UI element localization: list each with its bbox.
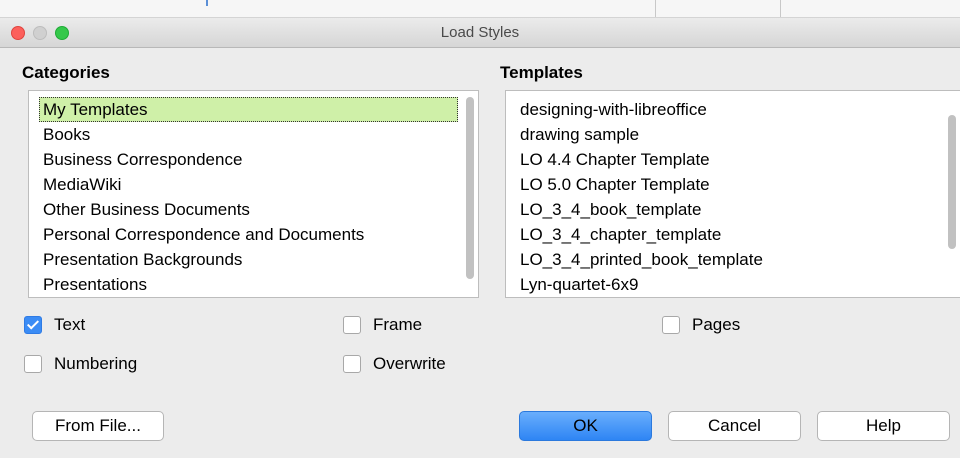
numbering-checkbox[interactable]: Numbering	[24, 354, 137, 374]
pages-checkbox-box[interactable]	[662, 316, 680, 334]
pages-checkbox[interactable]: Pages	[662, 315, 740, 335]
from-file-button[interactable]: From File...	[32, 411, 164, 441]
text-checkbox-box[interactable]	[24, 316, 42, 334]
background-divider	[780, 0, 781, 17]
checkmark-icon	[26, 317, 40, 330]
templates-scrollbar[interactable]	[946, 93, 958, 295]
categories-scrollbar[interactable]	[464, 93, 476, 295]
categories-list[interactable]: My Templates Books Business Correspondence…	[28, 90, 479, 298]
category-item[interactable]: Personal Correspondence and Documents	[39, 222, 458, 247]
category-item[interactable]: MediaWiki	[39, 172, 458, 197]
cancel-button[interactable]: Cancel	[668, 411, 801, 441]
overwrite-checkbox[interactable]: Overwrite	[343, 354, 446, 374]
category-item[interactable]: Books	[39, 122, 458, 147]
templates-list[interactable]: designing-with-libreoffice drawing sample…	[505, 90, 960, 298]
category-item[interactable]: Other Business Documents	[39, 197, 458, 222]
frame-checkbox-box[interactable]	[343, 316, 361, 334]
template-item[interactable]: drawing sample	[516, 122, 940, 147]
templates-items: designing-with-libreoffice drawing sample…	[516, 97, 940, 297]
template-item[interactable]: LO 4.4 Chapter Template	[516, 147, 940, 172]
category-item[interactable]: My Templates	[39, 97, 458, 122]
background-window-strip	[0, 0, 960, 18]
templates-label: Templates	[500, 63, 583, 82]
template-item[interactable]: LO_3_4_chapter_template	[516, 222, 940, 247]
text-checkbox-label: Text	[54, 315, 86, 334]
template-item[interactable]: designing-with-libreoffice	[516, 97, 940, 122]
help-button[interactable]: Help	[817, 411, 950, 441]
overwrite-checkbox-box[interactable]	[343, 355, 361, 373]
category-item[interactable]: Presentations	[39, 272, 458, 297]
title-bar: Load Styles	[0, 18, 960, 48]
pages-checkbox-label: Pages	[692, 315, 741, 334]
overwrite-checkbox-label: Overwrite	[373, 354, 446, 373]
numbering-checkbox-box[interactable]	[24, 355, 42, 373]
numbering-checkbox-label: Numbering	[54, 354, 138, 373]
category-item[interactable]: Business Correspondence	[39, 147, 458, 172]
categories-scroll-thumb[interactable]	[466, 97, 474, 279]
categories-items: My Templates Books Business Correspondence…	[39, 97, 458, 297]
template-item[interactable]: LO_3_4_printed_book_template	[516, 247, 940, 272]
frame-checkbox[interactable]: Frame	[343, 315, 422, 335]
template-item[interactable]: Lyn-quartet-6x9	[516, 272, 940, 297]
template-item[interactable]: LO 5.0 Chapter Template	[516, 172, 940, 197]
window-title: Load Styles	[440, 24, 520, 41]
ok-button[interactable]: OK	[519, 411, 652, 441]
background-divider	[655, 0, 656, 17]
template-item[interactable]: LO_3_4_book_template	[516, 197, 940, 222]
load-styles-dialog: Load Styles Categories My Templates Books…	[0, 18, 960, 458]
frame-checkbox-label: Frame	[373, 315, 423, 334]
category-item[interactable]: Presentation Backgrounds	[39, 247, 458, 272]
background-cursor-mark	[206, 0, 208, 6]
templates-scroll-thumb[interactable]	[948, 115, 956, 249]
text-checkbox[interactable]: Text	[24, 315, 85, 335]
categories-label: Categories	[22, 63, 110, 82]
